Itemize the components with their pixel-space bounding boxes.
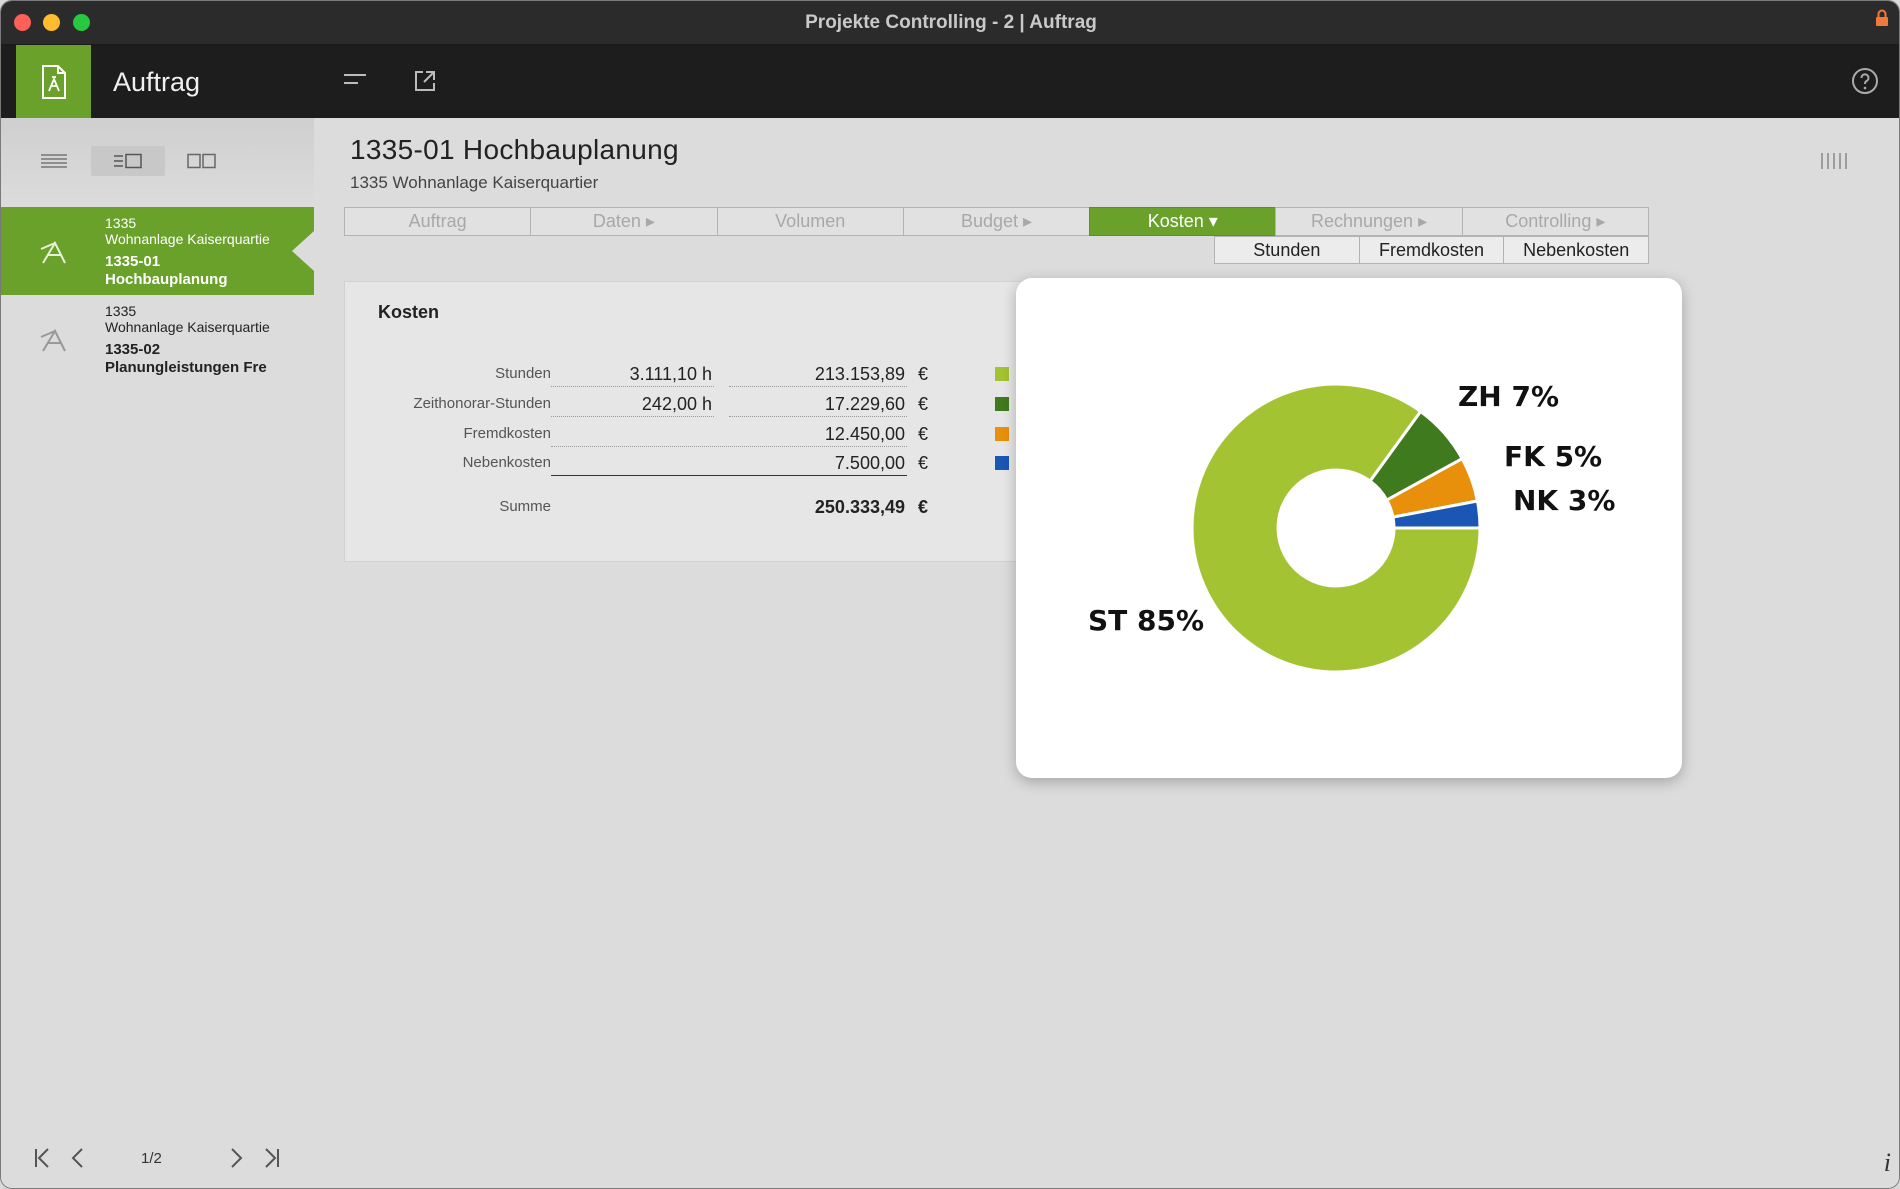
title-bar: Projekte Controlling - 2 | Auftrag xyxy=(1,1,1899,45)
lock-icon xyxy=(1876,9,1888,26)
cost-row-zeithonorar: Zeithonorar-Stunden 242,00 h 17.229,60 € xyxy=(345,391,1025,417)
sum-label: Summe xyxy=(499,498,551,515)
crane-icon xyxy=(40,240,66,264)
cost-label: Stunden xyxy=(495,365,551,382)
app-window: Projekte Controlling - 2 | Auftrag Auftr… xyxy=(0,0,1900,1189)
subtab-stunden[interactable]: Stunden xyxy=(1214,236,1359,264)
color-swatch xyxy=(995,456,1009,470)
order-name: Planungleistungen Fre xyxy=(105,359,267,376)
cost-row-sum: Summe 250.333,49 € xyxy=(345,494,1025,520)
cost-row-fremdkosten: Fremdkosten 12.450,00 € xyxy=(345,421,1025,447)
subtab-nebenkosten[interactable]: Nebenkosten xyxy=(1503,236,1650,264)
pager: 1/2 xyxy=(1,1138,314,1178)
tab-volumen[interactable]: Volumen xyxy=(716,207,903,236)
page-subtitle: 1335 Wohnanlage Kaiserquartier xyxy=(350,173,599,192)
order-name: Hochbauplanung xyxy=(105,271,228,288)
cost-label: Nebenkosten xyxy=(462,454,551,471)
slice-label-nk: NK 3% xyxy=(1513,484,1615,517)
color-swatch xyxy=(995,367,1009,381)
columns-icon xyxy=(187,153,216,169)
tab-rechnungen[interactable]: Rechnungen ▸ xyxy=(1275,207,1462,236)
app-header: Auftrag xyxy=(1,45,1899,118)
cost-label: Zeithonorar-Stunden xyxy=(413,395,551,412)
currency-symbol: € xyxy=(918,364,929,384)
currency-symbol: € xyxy=(918,394,929,414)
hours-field[interactable]: 242,00 h xyxy=(551,391,714,417)
amount-field[interactable]: 17.229,60 xyxy=(729,391,907,417)
currency-symbol: € xyxy=(918,424,929,444)
barcode-icon[interactable] xyxy=(1819,152,1849,170)
slice-label-zh: ZH 7% xyxy=(1458,380,1559,413)
tab-auftrag[interactable]: Auftrag xyxy=(344,207,531,236)
cost-chart-popover: ST 85% ZH 7% FK 5% NK 3% xyxy=(1016,278,1682,778)
tab-budget[interactable]: Budget ▸ xyxy=(902,207,1090,236)
slice-label-fk: FK 5% xyxy=(1504,440,1602,473)
currency-symbol: € xyxy=(918,497,929,517)
app-logo xyxy=(16,45,91,118)
previous-page-icon[interactable] xyxy=(67,1146,91,1170)
tab-bar: Auftrag Daten ▸ Volumen Budget ▸ Kosten … xyxy=(344,207,1649,236)
help-icon[interactable] xyxy=(1851,67,1879,95)
color-swatch xyxy=(995,397,1009,411)
window-title: Projekte Controlling - 2 | Auftrag xyxy=(805,12,1097,33)
donut-chart: ST 85% ZH 7% FK 5% NK 3% xyxy=(1088,380,1615,674)
sidebar-item-project[interactable]: 1335 Wohnanlage Kaiserquartie 1335-01 Ho… xyxy=(1,207,314,295)
cost-panel: Kosten Stunden 3.111,10 h 213.153,89 € Z… xyxy=(344,281,1024,562)
info-icon[interactable]: i xyxy=(1884,1148,1891,1178)
crane-icon xyxy=(40,328,66,352)
amount-field[interactable]: 12.450,00 xyxy=(551,421,907,447)
cost-label: Fremdkosten xyxy=(463,425,551,442)
subtab-fremdkosten[interactable]: Fremdkosten xyxy=(1358,236,1504,264)
page-indicator: 1/2 xyxy=(141,1150,162,1167)
next-page-icon[interactable] xyxy=(223,1146,247,1170)
order-number: 1335-01 xyxy=(105,253,161,270)
cost-row-stunden: Stunden 3.111,10 h 213.153,89 € xyxy=(345,361,1025,387)
list-detail-icon xyxy=(114,153,142,169)
project-number: 1335 xyxy=(105,303,137,319)
project-name: Wohnanlage Kaiserquartie xyxy=(105,319,270,335)
currency-symbol: € xyxy=(918,453,929,473)
main-content: 1335-01 Hochbauplanung 1335 Wohnanlage K… xyxy=(314,118,1899,1188)
list-view-button[interactable] xyxy=(17,146,91,176)
selection-notch xyxy=(292,231,314,271)
slice-label-st: ST 85% xyxy=(1088,604,1204,637)
view-switcher xyxy=(1,118,314,207)
hours-field[interactable]: 3.111,10 h xyxy=(551,361,714,387)
sidebar-item-project[interactable]: 1335 Wohnanlage Kaiserquartie 1335-02 Pl… xyxy=(1,295,314,383)
menu-button[interactable] xyxy=(339,65,371,97)
order-number: 1335-02 xyxy=(105,341,161,358)
tab-controlling[interactable]: Controlling ▸ xyxy=(1461,207,1649,236)
project-name: Wohnanlage Kaiserquartie xyxy=(105,231,270,247)
cost-title: Kosten xyxy=(378,302,440,322)
amount-field[interactable]: 213.153,89 xyxy=(729,361,907,387)
cost-row-nebenkosten: Nebenkosten 7.500,00 € xyxy=(345,450,1025,476)
color-swatch xyxy=(995,427,1009,441)
sidebar: 1335 Wohnanlage Kaiserquartie 1335-01 Ho… xyxy=(1,118,314,1188)
page-title: 1335-01 Hochbauplanung xyxy=(350,134,679,165)
tab-kosten[interactable]: Kosten ▾ xyxy=(1089,207,1276,236)
document-icon xyxy=(41,64,66,99)
app-title: Auftrag xyxy=(113,67,201,97)
list-view-icon xyxy=(41,154,67,168)
project-number: 1335 xyxy=(105,215,137,231)
external-link-icon xyxy=(415,71,435,91)
menu-lines-icon xyxy=(344,74,366,84)
last-page-icon[interactable] xyxy=(259,1146,283,1170)
sum-amount: 250.333,49 xyxy=(814,497,905,517)
open-external-button[interactable] xyxy=(409,65,441,97)
sub-tab-bar: Stunden Fremdkosten Nebenkosten xyxy=(1214,236,1650,264)
split-view-button[interactable] xyxy=(91,146,165,176)
amount-field[interactable]: 7.500,00 xyxy=(551,450,907,476)
first-page-icon[interactable] xyxy=(31,1146,55,1170)
form-view-button[interactable] xyxy=(165,146,239,176)
tab-daten[interactable]: Daten ▸ xyxy=(530,207,717,236)
